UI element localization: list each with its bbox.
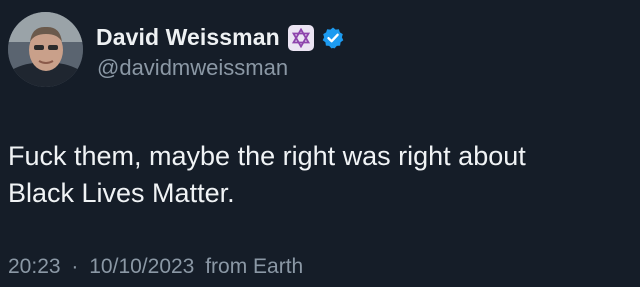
tweet-metadata: 20:23 · 10/10/2023 from Earth bbox=[8, 255, 303, 279]
avatar-photo bbox=[8, 12, 83, 87]
tweet-date[interactable]: 10/10/2023 bbox=[89, 255, 194, 278]
meta-separator: · bbox=[71, 255, 79, 278]
author-handle[interactable]: @davidmweissman bbox=[97, 55, 288, 81]
author-name-row: David Weissman bbox=[96, 24, 345, 51]
star-of-david-icon bbox=[287, 24, 314, 51]
tweet-text-line: Black Lives Matter. bbox=[8, 178, 235, 208]
avatar[interactable] bbox=[8, 12, 83, 87]
tweet-card: David Weissman @davidmweissman Fuck them… bbox=[0, 0, 640, 287]
tweet-time[interactable]: 20:23 bbox=[8, 255, 61, 278]
verified-check-icon[interactable] bbox=[321, 26, 345, 50]
tweet-text-line: Fuck them, maybe the right was right abo… bbox=[8, 141, 526, 171]
tweet-text: Fuck them, maybe the right was right abo… bbox=[8, 138, 628, 212]
tweet-source: from Earth bbox=[205, 255, 304, 278]
display-name[interactable]: David Weissman bbox=[96, 24, 280, 51]
